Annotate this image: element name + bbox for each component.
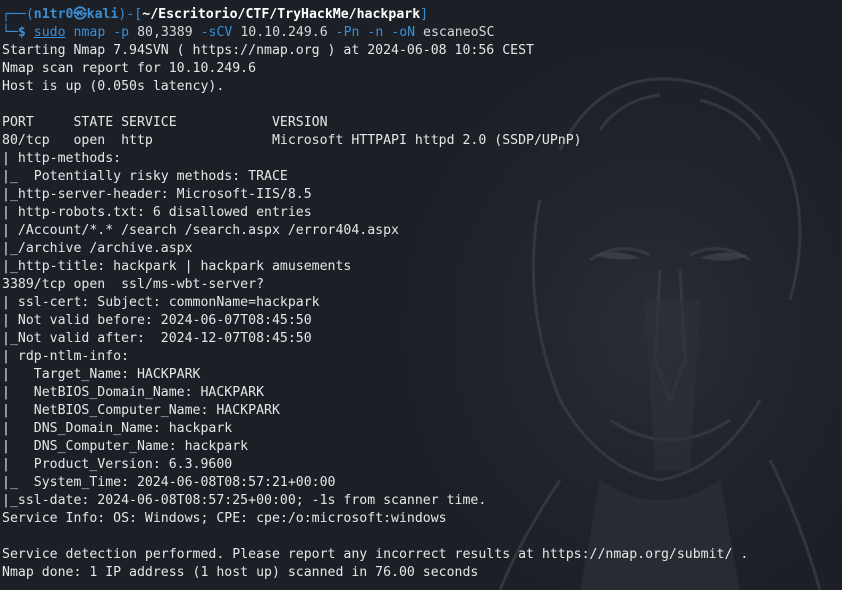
output-line: 80/tcp open http Microsoft HTTPAPI httpd… [2, 133, 582, 148]
output-line: |_ System_Time: 2024-06-08T08:57:21+00:0… [2, 475, 336, 490]
output-line: | rdp-ntlm-info: [2, 349, 137, 364]
command-flag-n: -n [367, 25, 384, 40]
command-line[interactable]: └─$ sudo nmap -p 80,3389 -sCV 10.10.249.… [2, 24, 748, 42]
output-line: |_/archive /archive.aspx [2, 241, 193, 256]
prompt-dollar: $ [17, 25, 26, 40]
output-line: Service Info: OS: Windows; CPE: cpe:/o:m… [2, 511, 447, 526]
output-line: |_http-title: hackpark | hackpark amusem… [2, 259, 352, 274]
prompt-frame-end: ] [420, 7, 429, 22]
command-flag-scv: -sCV [200, 25, 233, 40]
output-line: | DNS_Computer_Name: hackpark [2, 439, 249, 454]
output-line: | Target_Name: HACKPARK [2, 367, 201, 382]
prompt-path: ~/Escritorio/CTF/TryHackMe/hackpark [142, 7, 421, 22]
prompt-frame-bottom: └─ [2, 25, 18, 40]
command-flag-on: -oN [391, 25, 416, 40]
command-ip: 10.10.249.6 [240, 25, 328, 40]
command-flag-p: -p [113, 25, 130, 40]
prompt-hostname: kali [86, 7, 119, 22]
command-sudo: sudo [33, 25, 66, 40]
prompt-frame-mid: )-[ [118, 7, 143, 22]
output-line: Host is up (0.050s latency). [2, 79, 225, 94]
output-line: |_ Potentially risky methods: TRACE [2, 169, 288, 184]
command-ports: 80,3389 [137, 25, 193, 40]
output-line: |_Not valid after: 2024-12-07T08:45:50 [2, 331, 312, 346]
output-line: | Product_Version: 6.3.9600 [2, 457, 233, 472]
prompt-frame-top: ┌──( [2, 7, 34, 22]
output-line: | NetBIOS_Computer_Name: HACKPARK [2, 403, 280, 418]
output-line: |_http-server-header: Microsoft-IIS/8.5 [2, 187, 312, 202]
terminal-output[interactable]: ┌──(n1tr0㉿kali)-[~/Escritorio/CTF/TryHac… [2, 6, 748, 582]
prompt-at-symbol: ㉿ [73, 7, 87, 22]
prompt-username: n1tr0 [33, 7, 74, 22]
output-line: Nmap done: 1 IP address (1 host up) scan… [2, 565, 479, 580]
command-outfile: escaneoSC [423, 25, 495, 40]
command-flag-pn: -Pn [335, 25, 360, 40]
output-line: | Not valid before: 2024-06-07T08:45:50 [2, 313, 312, 328]
prompt-line-top: ┌──(n1tr0㉿kali)-[~/Escritorio/CTF/TryHac… [2, 6, 748, 24]
terminal-window[interactable]: ┌──(n1tr0㉿kali)-[~/Escritorio/CTF/TryHac… [0, 0, 842, 590]
output-line: | ssl-cert: Subject: commonName=hackpark [2, 295, 320, 310]
output-line: | /Account/*.* /search /search.aspx /err… [2, 223, 407, 238]
output-line: | http-methods: [2, 151, 130, 166]
output-line: Service detection performed. Please repo… [2, 547, 749, 562]
output-line: | DNS_Domain_Name: hackpark [2, 421, 233, 436]
output-line: | http-robots.txt: 6 disallowed entries [2, 205, 320, 220]
output-line: |_ssl-date: 2024-06-08T08:57:25+00:00; -… [2, 493, 487, 508]
output-line: Nmap scan report for 10.10.249.6 [2, 61, 257, 76]
output-line: | NetBIOS_Domain_Name: HACKPARK [2, 385, 265, 400]
output-line: Starting Nmap 7.94SVN ( https://nmap.org… [2, 43, 534, 58]
output-line: PORT STATE SERVICE VERSION [2, 115, 328, 130]
output-line: 3389/tcp open ssl/ms-wbt-server? [2, 277, 265, 292]
command-nmap: nmap [73, 25, 106, 40]
